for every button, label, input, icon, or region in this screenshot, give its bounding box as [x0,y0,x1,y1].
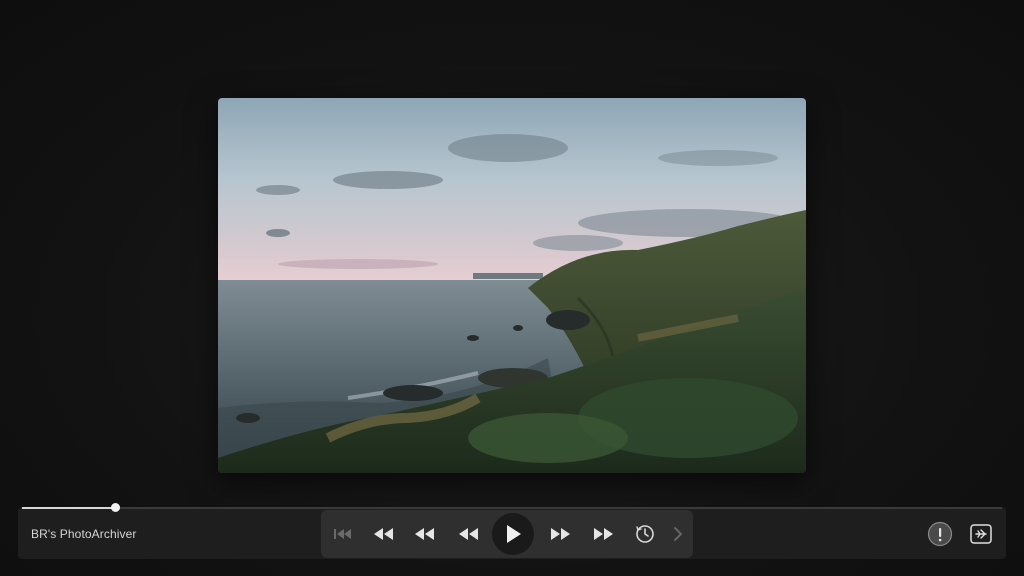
step-back-icon [459,528,478,540]
skip-to-start-icon [334,529,351,539]
info-button[interactable] [927,521,953,547]
progress-bar[interactable] [22,503,1002,512]
fast-forward-button[interactable] [586,510,620,558]
step-forward-button[interactable] [543,510,577,558]
fast-forward-icon [594,528,613,540]
fast-rewind-icon [374,528,393,540]
chevron-right-icon [674,527,682,541]
history-icon [636,525,654,543]
landscape-photo [218,98,806,473]
app-name: BR's PhotoArchiver [31,527,137,541]
next-button[interactable] [661,510,695,558]
photo-display[interactable] [218,98,806,473]
info-icon [927,521,953,547]
transport-controls [321,510,693,558]
history-button[interactable] [628,510,662,558]
progress-fill [22,507,116,509]
airplane-mode-icon [970,524,992,544]
play-icon [507,525,521,543]
play-button[interactable] [492,513,534,555]
airplane-mode-button[interactable] [968,521,994,547]
step-forward-icon [551,528,570,540]
fast-rewind-button[interactable] [367,510,401,558]
rewind-icon [415,528,434,540]
skip-to-start-button[interactable] [326,510,360,558]
rewind-button[interactable] [408,510,442,558]
step-back-button[interactable] [452,510,486,558]
